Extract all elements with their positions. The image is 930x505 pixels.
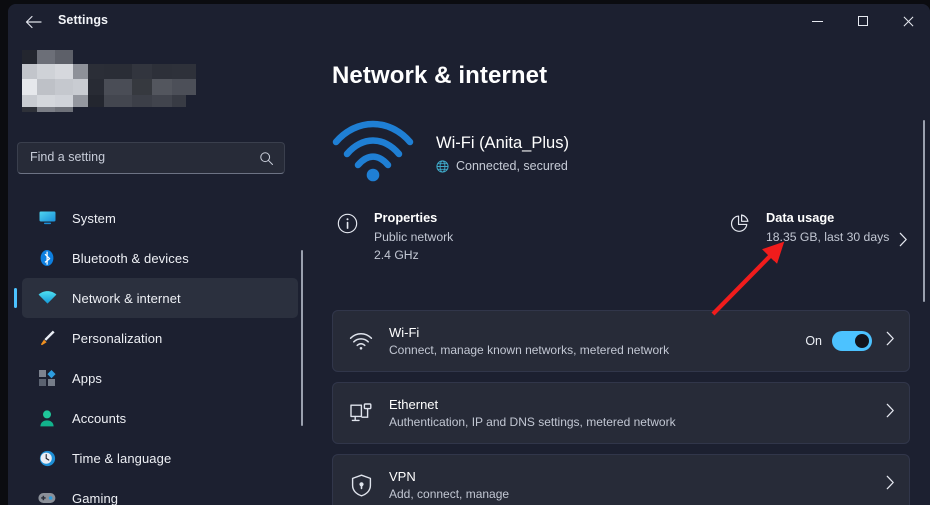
sidebar-item-network-internet[interactable]: Network & internet — [14, 278, 298, 318]
properties-title: Properties — [374, 210, 438, 225]
info-row-pair: Properties Public network 2.4 GHz Data u… — [332, 210, 910, 278]
clock-icon — [36, 448, 58, 468]
toggle-knob — [855, 334, 869, 348]
wifi-network-name: Wi-Fi (Anita_Plus) — [436, 134, 569, 152]
close-icon — [902, 15, 914, 27]
sidebar-item-label: Apps — [72, 370, 103, 386]
globe-icon — [436, 159, 449, 173]
minimize-icon — [812, 20, 823, 22]
wifi-hero: Wi-Fi (Anita_Plus) Connected, secured — [332, 120, 569, 187]
wifi-icon — [36, 288, 58, 308]
sidebar-item-accounts[interactable]: Accounts — [22, 398, 298, 438]
chevron-right-icon[interactable] — [886, 331, 895, 351]
settings-window: Settings Find a setting System Bluetooth… — [8, 4, 930, 505]
properties-line-2: 2.4 GHz — [374, 248, 419, 263]
card-wifi[interactable]: Wi-Fi Connect, manage known networks, me… — [332, 310, 910, 372]
properties-line-1: Public network — [374, 230, 454, 244]
shield-lock-icon — [333, 474, 389, 497]
data-usage-title: Data usage — [766, 210, 835, 225]
data-usage-row[interactable]: Data usage 18.35 GB, last 30 days — [724, 210, 910, 278]
sidebar-item-label: Bluetooth & devices — [72, 250, 189, 266]
maximize-button[interactable] — [840, 4, 885, 38]
sidebar: Find a setting System Bluetooth & device… — [8, 38, 308, 505]
wifi-icon — [333, 332, 389, 350]
apps-grid-icon — [36, 368, 58, 388]
card-subtitle: Add, connect, manage — [389, 487, 510, 501]
card-ethernet[interactable]: Ethernet Authentication, IP and DNS sett… — [332, 382, 910, 444]
chevron-right-icon — [899, 232, 908, 252]
user-profile-redacted[interactable] — [22, 50, 222, 115]
wifi-toggle-label: On — [805, 334, 822, 348]
wifi-toggle-switch[interactable] — [832, 331, 872, 351]
monitor-icon — [36, 208, 58, 228]
main-content: Network & internet Wi-Fi (Anita_Plus) Co… — [308, 38, 930, 505]
card-vpn[interactable]: VPN Add, connect, manage — [332, 454, 910, 505]
back-button[interactable] — [16, 8, 50, 36]
card-wifi-controls: On — [805, 331, 909, 351]
paintbrush-icon — [36, 328, 58, 348]
chevron-right-icon[interactable] — [886, 475, 895, 495]
sidebar-item-time-language[interactable]: Time & language — [22, 438, 298, 478]
wifi-signal-icon — [332, 120, 414, 187]
sidebar-item-label: Personalization — [72, 330, 163, 346]
sidebar-item-label: Network & internet — [72, 290, 181, 306]
title-bar: Settings — [8, 4, 930, 38]
sidebar-item-label: Gaming — [72, 490, 119, 505]
person-icon — [36, 408, 58, 428]
search-icon — [260, 152, 274, 166]
window-controls — [795, 4, 930, 38]
pie-chart-icon — [724, 213, 754, 234]
properties-row[interactable]: Properties Public network 2.4 GHz — [332, 210, 724, 278]
back-arrow-icon — [25, 15, 42, 29]
card-title: VPN — [389, 469, 416, 484]
close-button[interactable] — [885, 4, 930, 38]
card-subtitle: Authentication, IP and DNS settings, met… — [389, 415, 676, 429]
sidebar-item-gaming[interactable]: Gaming — [22, 478, 298, 505]
main-scrollbar[interactable] — [923, 120, 925, 302]
search-placeholder: Find a setting — [30, 150, 106, 164]
sidebar-scrollbar[interactable] — [301, 250, 303, 426]
gamepad-icon — [36, 488, 58, 505]
ethernet-icon — [333, 402, 389, 424]
sidebar-item-bluetooth-devices[interactable]: Bluetooth & devices — [22, 238, 298, 278]
wifi-connection-status: Connected, secured — [436, 159, 569, 173]
sidebar-item-system[interactable]: System — [22, 198, 298, 238]
wifi-status-text: Connected, secured — [456, 159, 568, 173]
bluetooth-icon — [36, 248, 58, 268]
data-usage-subtitle: 18.35 GB, last 30 days — [766, 230, 890, 244]
window-title: Settings — [58, 13, 109, 27]
card-vpn-controls — [886, 475, 909, 495]
card-title: Wi-Fi — [389, 325, 420, 340]
sidebar-item-label: Time & language — [72, 450, 172, 466]
sidebar-item-label: System — [72, 210, 116, 226]
page-title: Network & internet — [332, 62, 548, 89]
maximize-icon — [857, 16, 868, 26]
pixelated-avatar-and-name — [22, 50, 196, 115]
card-title: Ethernet — [389, 397, 439, 412]
minimize-button[interactable] — [795, 4, 840, 38]
sidebar-item-apps[interactable]: Apps — [22, 358, 298, 398]
sidebar-nav-list: System Bluetooth & devices Network & int… — [8, 198, 308, 505]
sidebar-item-personalization[interactable]: Personalization — [22, 318, 298, 358]
search-input[interactable]: Find a setting — [17, 142, 285, 174]
card-subtitle: Connect, manage known networks, metered … — [389, 343, 670, 357]
chevron-right-icon[interactable] — [886, 403, 895, 423]
sidebar-item-label: Accounts — [72, 410, 127, 426]
info-circle-icon — [332, 213, 362, 234]
card-ethernet-controls — [886, 403, 909, 423]
